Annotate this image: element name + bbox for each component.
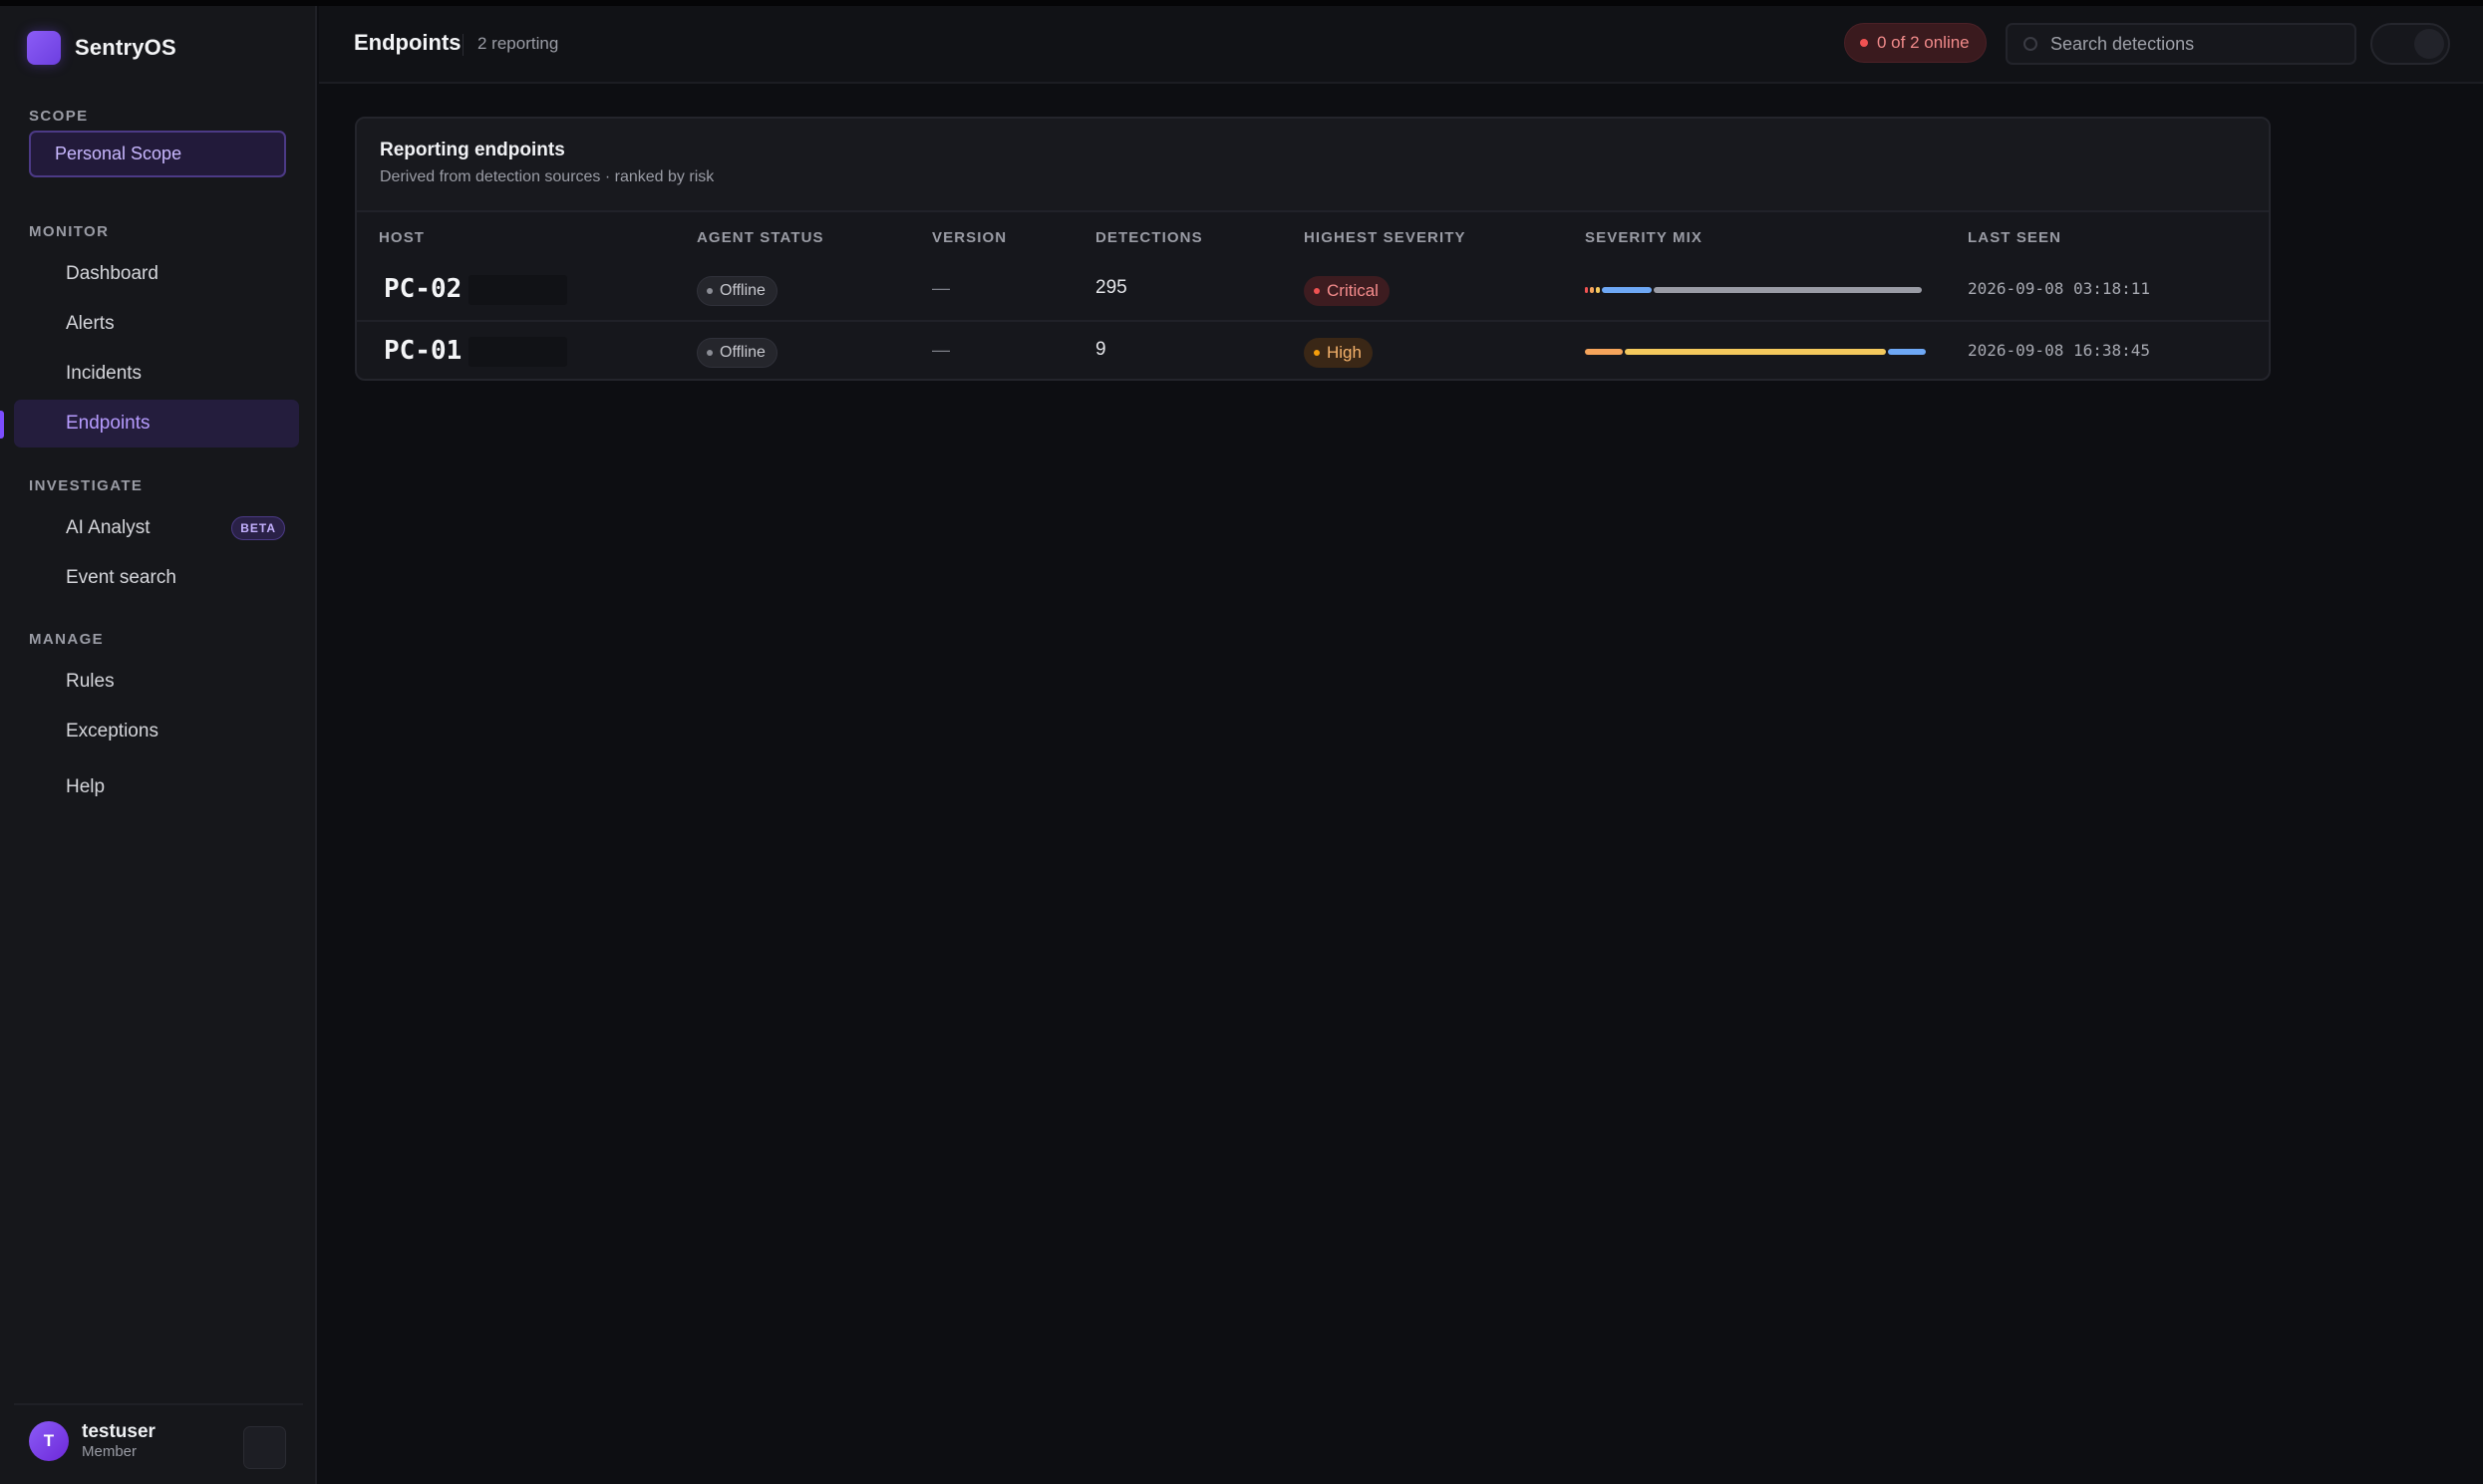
status-dot-icon [707, 350, 713, 356]
section-label-monitor: MONITOR [29, 223, 110, 240]
user-menu-button[interactable] [243, 1426, 286, 1469]
status-dot-icon [1860, 39, 1868, 47]
scope-selector[interactable]: Personal Scope [29, 131, 286, 177]
column-header-agent-status[interactable]: AGENT STATUS [697, 229, 824, 246]
brand-name: SentryOS [75, 35, 176, 60]
sidebar-item-exceptions[interactable]: Exceptions [14, 708, 299, 755]
endpoints-card: Reporting endpoints Derived from detecti… [355, 117, 2271, 381]
sidebar-item-alerts[interactable]: Alerts [14, 300, 299, 348]
status-dot-icon [707, 288, 713, 294]
severity-mix-segment-low [1888, 349, 1926, 355]
version-value: — [932, 340, 950, 360]
severity-mix-segment-medium [1624, 349, 1887, 355]
last-seen-value: 2026-09-08 03:18:11 [1968, 279, 2151, 298]
severity-dot-icon [1314, 350, 1320, 356]
severity-mix-segment-low [1602, 287, 1652, 293]
search-icon [2023, 37, 2037, 51]
host-name[interactable]: PC-02 [384, 274, 462, 304]
severity-text: Critical [1327, 281, 1379, 300]
sidebar-item-ai-analyst[interactable]: AI Analyst BETA [14, 504, 299, 552]
detections-count: 295 [1095, 277, 1127, 298]
severity-text: High [1327, 343, 1362, 362]
column-header-host[interactable]: HOST [379, 229, 425, 246]
section-label-manage: MANAGE [29, 631, 105, 648]
sidebar-item-help[interactable]: Help [14, 763, 299, 811]
table-row[interactable]: PC-01 Offline — 9 High 2026-09-08 16:38:… [357, 322, 2269, 379]
severity-badge: Critical [1304, 276, 1390, 306]
search-input[interactable] [2006, 23, 2356, 65]
header: Endpoints 2 reporting 0 of 2 online [319, 6, 2483, 84]
divider [463, 34, 464, 56]
redacted-block [468, 275, 567, 305]
column-header-detections[interactable]: DETECTIONS [1095, 229, 1203, 246]
last-seen-value: 2026-09-08 16:38:45 [1968, 341, 2151, 360]
app-window: SentryOS SCOPE Personal Scope MONITOR Da… [0, 0, 2483, 1484]
logo-icon [27, 31, 61, 65]
severity-mix-segment-critical [1585, 287, 1588, 293]
sidebar-item-label: AI Analyst [66, 517, 151, 538]
agent-status-text: Offline [720, 282, 766, 299]
severity-mix-bar [1585, 287, 1926, 293]
host-name[interactable]: PC-01 [384, 336, 462, 366]
user-profile[interactable]: T testuser Member [29, 1421, 155, 1461]
sidebar: SentryOS SCOPE Personal Scope MONITOR Da… [0, 6, 317, 1484]
sidebar-item-incidents[interactable]: Incidents [14, 350, 299, 398]
column-header-highest-severity[interactable]: HIGHEST SEVERITY [1304, 229, 1466, 246]
brand[interactable]: SentryOS [27, 28, 176, 68]
beta-badge: BETA [231, 516, 285, 540]
column-header-severity-mix[interactable]: SEVERITY MIX [1585, 229, 1703, 246]
agent-status-text: Offline [720, 344, 766, 361]
card-subtitle: Derived from detection sources · ranked … [380, 168, 715, 185]
divider [14, 1403, 303, 1405]
severity-mix-segment-info [1654, 287, 1922, 293]
user-role: Member [82, 1443, 138, 1460]
severity-badge: High [1304, 338, 1373, 368]
sidebar-item-endpoints[interactable]: Endpoints [14, 400, 299, 447]
online-status-badge[interactable]: 0 of 2 online [1844, 23, 1987, 63]
active-indicator [0, 411, 4, 439]
theme-toggle[interactable] [2370, 23, 2450, 65]
page-title: Endpoints [354, 30, 462, 55]
detections-count: 9 [1095, 339, 1106, 360]
sidebar-item-event-search[interactable]: Event search [14, 554, 299, 602]
section-label-investigate: INVESTIGATE [29, 477, 144, 494]
card-header: Reporting endpoints Derived from detecti… [357, 119, 2269, 212]
toggle-knob [2414, 29, 2444, 59]
redacted-block [468, 337, 567, 367]
agent-status-badge: Offline [697, 338, 777, 368]
version-value: — [932, 278, 950, 298]
agent-status-badge: Offline [697, 276, 777, 306]
online-status-text: 0 of 2 online [1877, 33, 1970, 52]
severity-mix-bar [1585, 349, 1926, 355]
severity-mix-segment-medium [1596, 287, 1600, 293]
severity-mix-segment-high [1585, 349, 1623, 355]
card-title: Reporting endpoints [380, 140, 565, 160]
table-row[interactable]: PC-02 Offline — 295 Critical 2026-09-08 … [357, 260, 2269, 322]
avatar: T [29, 1421, 69, 1461]
page-subtitle: 2 reporting [477, 34, 559, 53]
sidebar-item-rules[interactable]: Rules [14, 658, 299, 706]
column-header-last-seen[interactable]: LAST SEEN [1968, 229, 2061, 246]
sidebar-item-dashboard[interactable]: Dashboard [14, 250, 299, 298]
top-strip [0, 0, 2483, 6]
column-header-version[interactable]: VERSION [932, 229, 1007, 246]
severity-mix-segment-high [1590, 287, 1594, 293]
section-label-scope: SCOPE [29, 108, 89, 125]
user-name: testuser [82, 1421, 155, 1442]
severity-dot-icon [1314, 288, 1320, 294]
